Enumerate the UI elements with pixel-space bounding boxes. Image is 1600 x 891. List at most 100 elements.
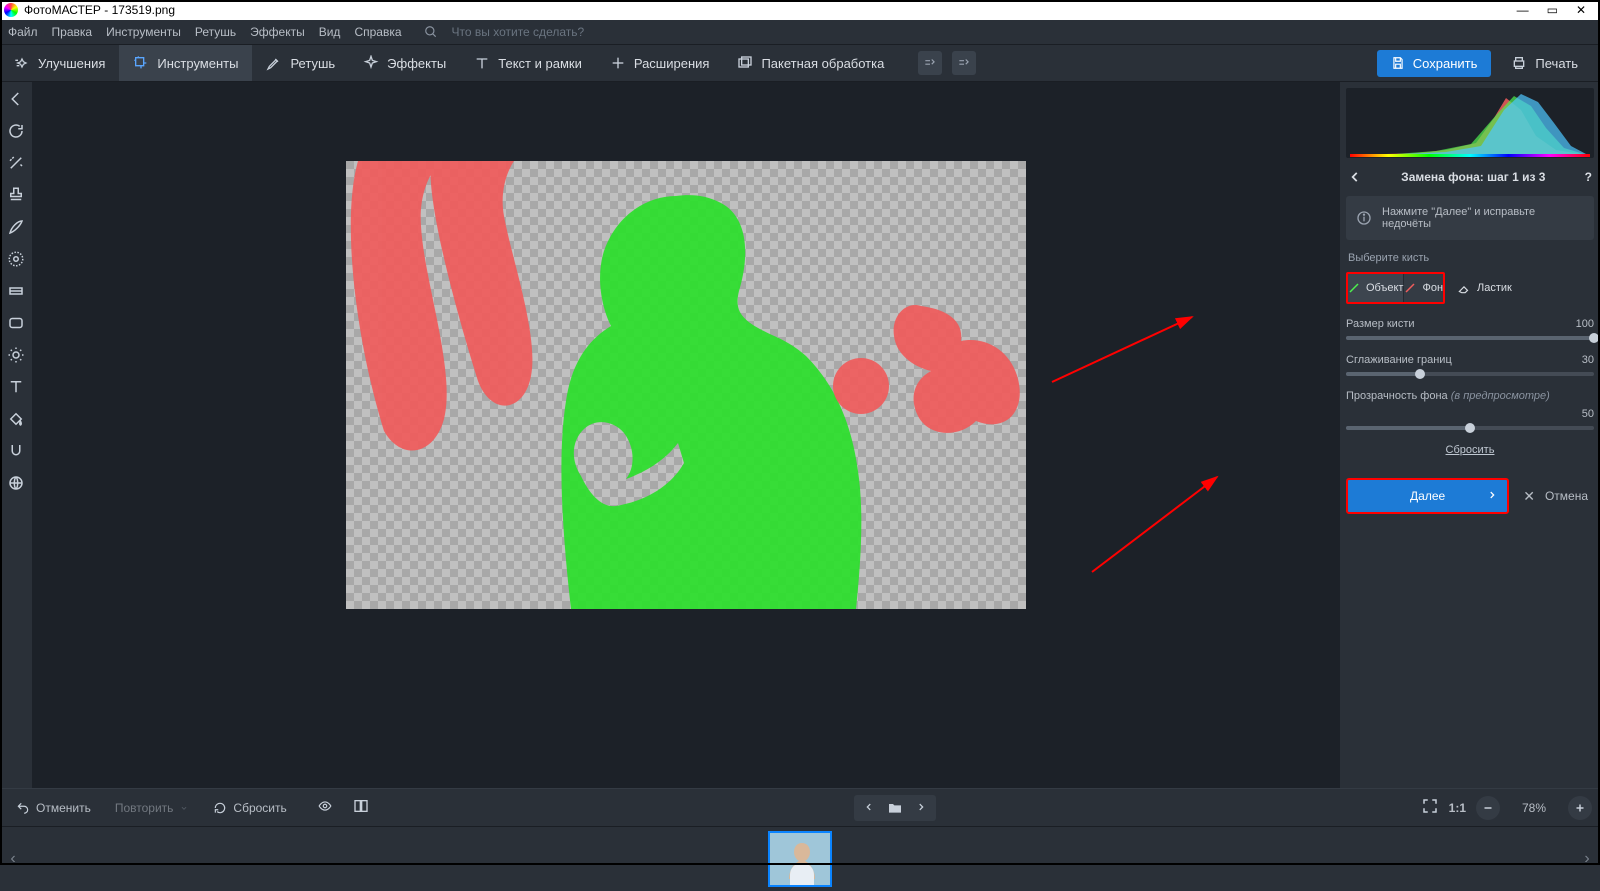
brightness-icon[interactable]	[7, 346, 25, 364]
brush-size-label: Размер кисти	[1346, 318, 1415, 330]
toolbar-text-frames[interactable]: Текст и рамки	[460, 45, 596, 81]
prev-file-icon[interactable]	[856, 797, 882, 819]
back-arrow-icon[interactable]	[7, 90, 25, 108]
print-button-label: Печать	[1535, 56, 1578, 71]
brush-object-label: Объект	[1366, 282, 1403, 294]
toolbar-batch[interactable]: Пакетная обработка	[723, 45, 898, 81]
toolbar-effects[interactable]: Эффекты	[349, 45, 460, 81]
radial-icon[interactable]	[7, 250, 25, 268]
brush-size-slider[interactable]: Размер кисти 100	[1346, 318, 1594, 340]
folder-icon[interactable]	[886, 800, 904, 816]
rotate-icon[interactable]	[7, 122, 25, 140]
brush-icon[interactable]	[7, 218, 25, 236]
app-logo-icon	[4, 3, 18, 17]
next-button[interactable]: Далее	[1346, 478, 1509, 514]
print-button[interactable]: Печать	[1501, 49, 1588, 77]
toolbar-preset-left-icon[interactable]	[918, 51, 942, 75]
info-icon	[1356, 210, 1372, 226]
toolbar-retouch[interactable]: Ретушь	[252, 45, 349, 81]
next-button-label: Далее	[1410, 489, 1445, 503]
zoom-in-button[interactable]	[1568, 796, 1592, 820]
brush-background-button[interactable]: Фон	[1404, 274, 1443, 302]
smooth-slider[interactable]: Сглаживание границ 30	[1346, 354, 1594, 376]
save-button[interactable]: Сохранить	[1377, 50, 1492, 77]
window-minimize-button[interactable]: —	[1517, 3, 1529, 17]
preview-eye-icon[interactable]	[315, 799, 335, 816]
brush-background-label: Фон	[1422, 282, 1443, 294]
bucket-icon[interactable]	[7, 410, 25, 428]
smooth-value: 30	[1582, 354, 1594, 366]
menu-view[interactable]: Вид	[319, 25, 341, 39]
magic-wand-icon[interactable]	[7, 154, 25, 172]
vignette-icon[interactable]	[7, 314, 25, 332]
gradient-icon[interactable]	[7, 282, 25, 300]
cancel-button[interactable]: Отмена	[1545, 489, 1588, 503]
toolbar-tools-label: Инструменты	[157, 56, 238, 71]
opacity-row-label: Прозрачность фона (в предпросмотре)	[1346, 390, 1594, 402]
strip-next-icon[interactable]: ›	[1580, 844, 1594, 874]
brush-section-label: Выберите кисть	[1346, 252, 1594, 264]
stamp-icon[interactable]	[7, 186, 25, 204]
toolbar-effects-label: Эффекты	[387, 56, 446, 71]
globe-icon[interactable]	[7, 474, 25, 492]
menu-help[interactable]: Справка	[354, 25, 401, 39]
menu-effects[interactable]: Эффекты	[250, 25, 305, 39]
left-tool-strip	[0, 82, 32, 788]
menu-search-input[interactable]: Что вы хотите сделать?	[452, 25, 585, 39]
thumbnail-item[interactable]	[768, 831, 832, 887]
opacity-slider[interactable]: 50	[1346, 408, 1594, 430]
subject-mask	[561, 195, 861, 609]
smooth-label: Сглаживание границ	[1346, 354, 1452, 366]
toolbar-extensions[interactable]: Расширения	[596, 45, 724, 81]
brush-eraser-label: Ластик	[1477, 282, 1512, 294]
main-toolbar: Улучшения Инструменты Ретушь Эффекты Тек…	[0, 44, 1600, 82]
opacity-value: 50	[1582, 408, 1594, 420]
canvas-area[interactable]	[32, 82, 1340, 788]
zoom-out-button[interactable]	[1476, 796, 1500, 820]
toolbar-improvements[interactable]: Улучшения	[0, 45, 119, 81]
toolbar-extensions-label: Расширения	[634, 56, 710, 71]
zoom-value: 78%	[1510, 801, 1558, 815]
window-maximize-button[interactable]: ▭	[1547, 3, 1558, 17]
toolbar-preset-right-icon[interactable]	[952, 51, 976, 75]
search-icon	[424, 25, 438, 39]
step-title: Замена фона: шаг 1 из 3	[1368, 170, 1579, 184]
brush-size-value: 100	[1576, 318, 1594, 330]
step-back-icon[interactable]	[1348, 170, 1362, 184]
next-file-icon[interactable]	[908, 797, 934, 819]
toolbar-tools[interactable]: Инструменты	[119, 45, 252, 81]
right-panel: Замена фона: шаг 1 из 3 ? Нажмите "Далее…	[1340, 82, 1600, 788]
menu-file[interactable]: Файл	[8, 25, 38, 39]
toolbar-batch-label: Пакетная обработка	[761, 56, 884, 71]
help-icon[interactable]: ?	[1585, 170, 1592, 184]
undo-button[interactable]: Отменить	[8, 797, 99, 819]
fit-screen-icon[interactable]	[1421, 797, 1439, 818]
text-icon[interactable]	[7, 378, 25, 396]
menu-bar: Файл Правка Инструменты Ретушь Эффекты В…	[0, 20, 1600, 44]
thumbnail-strip: ‹ ›	[0, 826, 1600, 891]
canvas-image[interactable]	[346, 161, 1026, 609]
brush-eraser-button[interactable]: Ластик	[1451, 272, 1518, 304]
brush-object-button[interactable]: Объект	[1348, 274, 1404, 302]
strip-prev-icon[interactable]: ‹	[6, 844, 20, 874]
save-button-label: Сохранить	[1413, 56, 1478, 71]
toolbar-retouch-label: Ретушь	[290, 56, 335, 71]
title-bar: ФотоМАСТЕР - 173519.png — ▭ ✕	[0, 0, 1600, 20]
menu-retouch[interactable]: Ретушь	[195, 25, 236, 39]
reset-all-button[interactable]: Сбросить	[205, 797, 294, 819]
horseshoe-icon[interactable]	[7, 442, 25, 460]
redo-button[interactable]: Повторить	[107, 797, 198, 819]
toolbar-text-frames-label: Текст и рамки	[498, 56, 582, 71]
bottom-bar: Отменить Повторить Сбросить 1:1 78%	[0, 788, 1600, 826]
reset-link[interactable]: Сбросить	[1346, 444, 1594, 456]
cancel-x-icon[interactable]: ✕	[1523, 488, 1535, 505]
histogram	[1346, 88, 1594, 158]
hint-box: Нажмите "Далее" и исправьте недочёты	[1346, 196, 1594, 240]
actual-size-button[interactable]: 1:1	[1449, 801, 1466, 815]
file-nav-group	[854, 795, 936, 821]
compare-icon[interactable]	[353, 798, 369, 817]
window-close-button[interactable]: ✕	[1576, 3, 1586, 17]
app-title: ФотоМАСТЕР - 173519.png	[24, 3, 175, 17]
menu-edit[interactable]: Правка	[52, 25, 93, 39]
menu-tools[interactable]: Инструменты	[106, 25, 181, 39]
